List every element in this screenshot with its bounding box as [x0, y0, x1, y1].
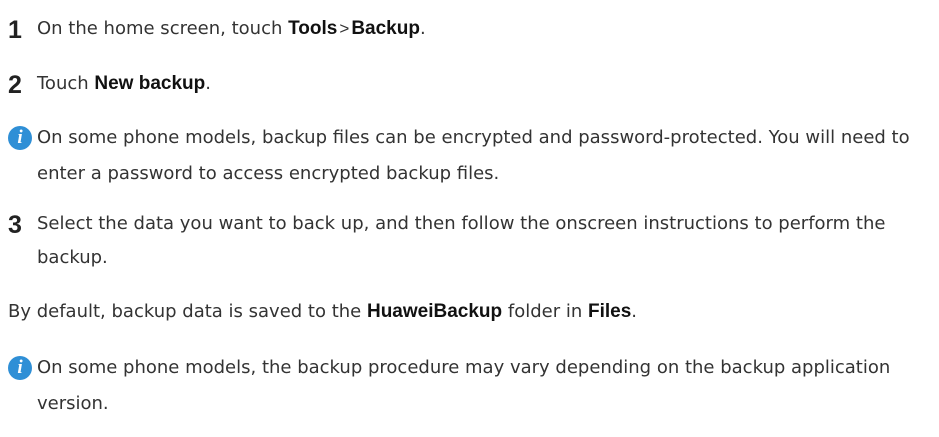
default-text-middle: folder in — [502, 301, 588, 322]
step-1-period: . — [419, 18, 426, 39]
note-1: i On some phone models, backup files can… — [8, 120, 931, 192]
step-3-text: Select the data you want to back up, and… — [37, 213, 886, 268]
note-2-text: On some phone models, the backup procedu… — [37, 357, 891, 414]
step-2: 2 Touch New backup. — [8, 67, 931, 101]
step-3-number: 3 — [8, 211, 22, 239]
step-1-text: On the home screen, touch Tools > Backup. — [37, 12, 931, 46]
default-period: . — [631, 301, 638, 322]
tools-label: Tools — [288, 18, 338, 39]
default-location-paragraph: By default, backup data is saved to the … — [8, 295, 931, 329]
step-2-text: Touch New backup. — [37, 67, 931, 101]
step-2-period: . — [205, 73, 211, 94]
files-label: Files — [587, 301, 632, 322]
huawei-backup-folder: HuaweiBackup — [366, 301, 503, 322]
step-3: 3 Select the data you want to back up, a… — [8, 207, 931, 275]
step-2-text-before: Touch — [37, 73, 95, 94]
note-1-text: On some phone models, backup files can b… — [37, 127, 910, 184]
step-1: 1 On the home screen, touch Tools > Backup… — [8, 12, 931, 46]
step-1-number: 1 — [8, 16, 22, 44]
menu-separator: > — [339, 19, 350, 38]
backup-label: Backup — [351, 18, 420, 39]
note-2: i On some phone models, the backup proce… — [8, 350, 931, 422]
new-backup-label: New backup — [94, 73, 206, 94]
info-icon: i — [8, 126, 32, 150]
step-2-number: 2 — [8, 71, 22, 99]
step-1-text-before: On the home screen, touch — [37, 18, 289, 39]
info-icon: i — [8, 356, 32, 380]
default-text-before: By default, backup data is saved to the — [8, 301, 367, 322]
default-location-text: By default, backup data is saved to the … — [8, 295, 931, 329]
